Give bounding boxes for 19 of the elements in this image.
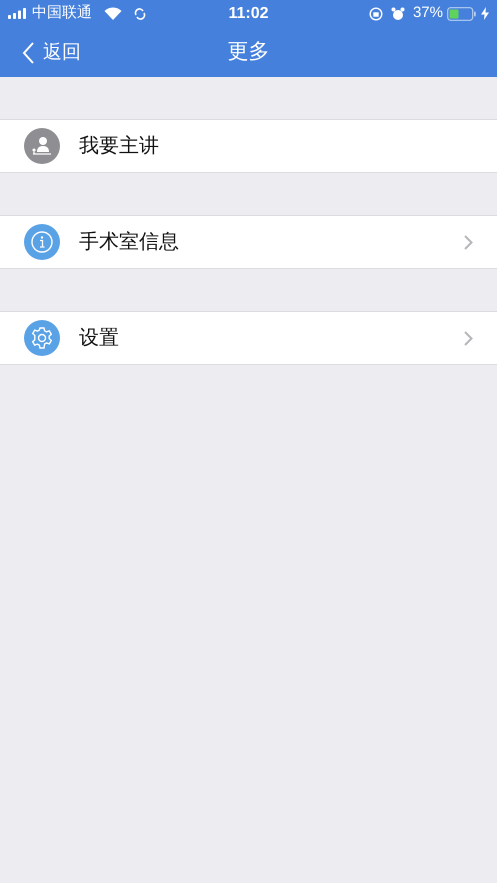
battery-percent: 37% <box>412 3 443 24</box>
info-icon <box>30 230 54 254</box>
charging-icon <box>481 7 489 20</box>
menu-item[interactable]: 手术室信息 <box>0 215 497 269</box>
battery-icon <box>447 6 477 20</box>
sync-icon <box>134 8 146 20</box>
carrier-name: 中国联通 <box>32 3 92 24</box>
back-chevron-icon <box>22 42 35 64</box>
alarm-icon <box>390 6 405 20</box>
page-title: 更多 <box>228 39 270 66</box>
menu-item[interactable]: 设置 <box>0 311 497 365</box>
signal-icon <box>8 8 28 19</box>
wifi-icon <box>104 7 122 20</box>
status-time: 11:02 <box>227 4 270 24</box>
back-button[interactable]: 返回 <box>22 39 81 68</box>
rotation-lock-icon <box>368 6 383 20</box>
settings-icon <box>30 326 54 350</box>
menu-item[interactable]: 我要主讲 <box>0 119 497 173</box>
presenter-icon <box>31 135 53 157</box>
